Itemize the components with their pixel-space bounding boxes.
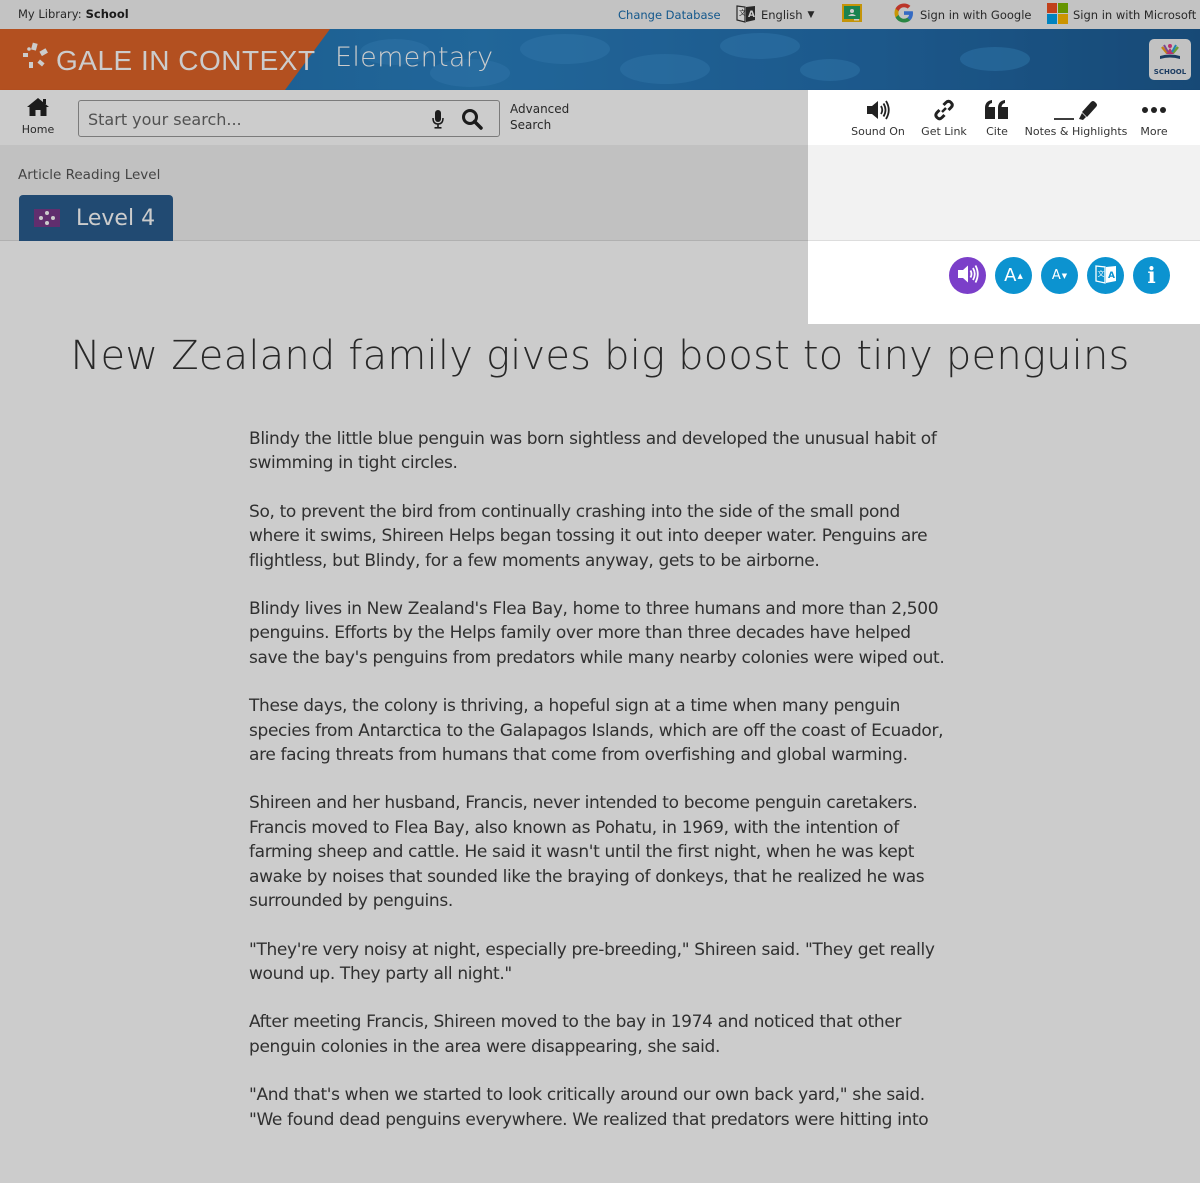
sound-on-button[interactable]: Sound On: [840, 90, 916, 145]
notes-highlights-button[interactable]: Notes & Highlights: [1022, 90, 1130, 145]
microsoft-icon: [1047, 2, 1068, 27]
sign-in-google-button[interactable]: Sign in with Google: [893, 2, 1032, 27]
article-title: New Zealand family gives big boost to ti…: [70, 333, 1130, 379]
reading-level-value: Level 4: [76, 205, 156, 231]
font-decrease-icon: A ▼: [1051, 268, 1068, 283]
banner-decoration: [620, 54, 710, 84]
info-button[interactable]: i: [1133, 257, 1170, 294]
banner-decoration: [520, 34, 610, 64]
advanced-search-link[interactable]: Advanced Search: [510, 101, 569, 133]
gale-logo[interactable]: GALE IN CONTEXT: [20, 42, 316, 79]
search-input[interactable]: [88, 107, 408, 131]
increase-font-button[interactable]: A ▲: [995, 257, 1032, 294]
change-database-link[interactable]: Change Database: [618, 4, 721, 25]
article-tools: Sound On Get Link Cite Notes & Highlight…: [840, 90, 1178, 145]
language-label: English: [761, 7, 803, 22]
school-logo-icon: [1158, 43, 1182, 67]
highlighter-icon: [1052, 98, 1100, 122]
sign-in-google-label: Sign in with Google: [920, 7, 1032, 22]
more-label: More: [1140, 125, 1168, 138]
nav-bar: Home Advanced Search Sound On Get Link: [0, 90, 1200, 145]
article-paragraph: "They're very noisy at night, especially…: [249, 939, 935, 984]
search-box: [78, 100, 500, 137]
reading-level-label: Article Reading Level: [18, 167, 161, 183]
article-paragraph: "And that's when we started to look crit…: [249, 1085, 929, 1130]
font-decrease-letter: A: [1051, 268, 1061, 283]
cite-label: Cite: [986, 125, 1008, 138]
advanced-search-line2: Search: [510, 118, 552, 132]
header-banner: GALE IN CONTEXT Elementary SCHOOL: [0, 29, 1200, 90]
banner-decoration: [960, 47, 1030, 71]
level-dots-icon: [34, 209, 60, 227]
sound-on-label: Sound On: [851, 125, 905, 138]
decrease-font-button[interactable]: A ▼: [1041, 257, 1078, 294]
school-badge-label: SCHOOL: [1153, 68, 1187, 76]
cite-button[interactable]: Cite: [972, 90, 1022, 145]
home-button[interactable]: Home: [18, 97, 58, 136]
more-button[interactable]: More: [1130, 90, 1178, 145]
reading-level-button[interactable]: Level 4: [19, 195, 173, 241]
utility-bar: My Library: School Change Database A文 Eng…: [0, 0, 1200, 29]
reading-level-section: Article Reading Level Level 4: [0, 145, 1200, 241]
article-paragraph: Blindy the little blue penguin was born …: [249, 429, 937, 474]
get-link-label: Get Link: [921, 125, 967, 138]
font-increase-letter: A: [1004, 265, 1017, 286]
svg-text:A: A: [1108, 271, 1115, 281]
language-selector[interactable]: A文 English ▼: [736, 4, 814, 25]
svg-text:文: 文: [739, 8, 746, 17]
banner-decoration: [800, 59, 860, 81]
speaker-icon: [956, 264, 980, 288]
reader-tools: A ▲ A ▼ A文 i: [949, 257, 1170, 294]
library-name: School: [85, 7, 129, 21]
read-aloud-button[interactable]: [949, 257, 986, 294]
google-icon: [893, 2, 915, 27]
sign-in-microsoft-label: Sign in with Microsoft: [1073, 7, 1197, 22]
article-paragraph: Shireen and her husband, Francis, never …: [249, 793, 925, 912]
my-library: My Library: School: [18, 7, 129, 21]
link-icon: [933, 98, 955, 122]
translate-icon: A文: [1094, 264, 1117, 288]
gale-logo-icon: [20, 42, 50, 79]
ellipsis-icon: [1141, 98, 1167, 122]
google-classroom-button[interactable]: [842, 4, 862, 25]
get-link-button[interactable]: Get Link: [916, 90, 972, 145]
search-icon[interactable]: [461, 108, 483, 134]
brand-name: GALE IN CONTEXT: [56, 44, 316, 76]
microphone-icon[interactable]: [432, 110, 444, 133]
advanced-search-line1: Advanced: [510, 102, 570, 116]
library-label: My Library:: [18, 7, 82, 21]
article-paragraph: So, to prevent the bird from continually…: [249, 501, 928, 571]
article-paragraph: After meeting Francis, Shireen moved to …: [249, 1012, 902, 1057]
info-letter: i: [1147, 262, 1156, 289]
article-body: Blindy the little blue penguin was born …: [249, 427, 954, 1156]
caret-down-icon: ▼: [807, 9, 815, 20]
school-badge[interactable]: SCHOOL: [1149, 39, 1191, 80]
quote-icon: [984, 98, 1010, 122]
article-paragraph: Blindy lives in New Zealand's Flea Bay, …: [249, 599, 945, 668]
article-paragraph: These days, the colony is thriving, a ho…: [249, 696, 944, 766]
notes-highlights-label: Notes & Highlights: [1024, 125, 1128, 138]
translate-icon: A文: [736, 4, 756, 26]
translate-button[interactable]: A文: [1087, 257, 1124, 294]
product-name: Elementary: [335, 42, 494, 73]
sign-in-microsoft-button[interactable]: Sign in with Microsoft: [1047, 2, 1197, 27]
home-label: Home: [21, 123, 55, 136]
speaker-icon: [865, 98, 891, 122]
svg-text:文: 文: [1097, 269, 1104, 278]
svg-text:A: A: [748, 10, 755, 20]
home-icon: [26, 97, 50, 120]
info-icon: i: [1147, 263, 1155, 289]
google-classroom-icon: [842, 4, 862, 25]
font-increase-icon: A ▲: [1004, 265, 1023, 286]
banner-decoration: [720, 33, 800, 59]
